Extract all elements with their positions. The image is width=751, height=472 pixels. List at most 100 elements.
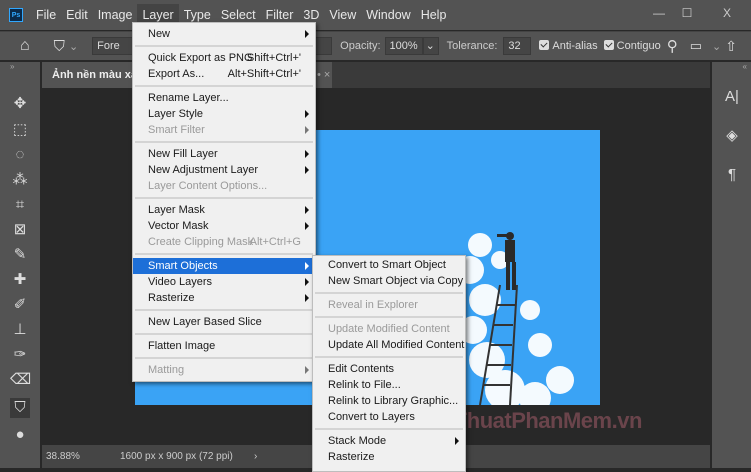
submenu-arrow-icon	[305, 294, 309, 302]
collapse-panel-icon[interactable]: «	[743, 62, 747, 71]
crop-tool-icon[interactable]: ⌗	[10, 195, 30, 215]
menu-item-reveal-in-explorer: Reveal in Explorer	[313, 297, 465, 313]
zoom-level[interactable]: 38.88%	[46, 451, 106, 462]
menu-item-label: Relink to File...	[328, 379, 401, 391]
paint-bucket-icon[interactable]: ⛉	[54, 38, 65, 55]
menu-item-label: Rename Layer...	[148, 92, 229, 104]
menu-item-vector-mask[interactable]: Vector Mask	[133, 218, 315, 234]
healing-brush-icon[interactable]: ✚	[10, 270, 30, 290]
menu-item-relink-to-file[interactable]: Relink to File...	[313, 377, 465, 393]
menu-item-new[interactable]: New	[133, 26, 315, 42]
menu-separator	[313, 289, 465, 297]
expand-panel-icon[interactable]: »	[10, 62, 14, 71]
blur-tool-icon[interactable]: ●	[10, 425, 30, 445]
menu-item-label: Edit Contents	[328, 363, 395, 375]
photoshop-logo: Ps	[9, 8, 23, 22]
menu-item-label: Create Clipping Mask	[148, 236, 254, 248]
menu-item-label: Video Layers	[148, 276, 213, 288]
brush-tool-icon[interactable]: ✐	[10, 295, 30, 315]
menu-view[interactable]: View	[324, 4, 361, 26]
menu-item-label: Matting	[148, 364, 185, 376]
document-size-info: 1600 px x 900 px (72 ppi)	[120, 451, 233, 462]
menu-separator	[133, 82, 315, 90]
menu-item-new-fill-layer[interactable]: New Fill Layer	[133, 146, 315, 162]
menu-item-label: New Adjustment Layer	[148, 164, 259, 176]
menu-item-convert-to-smart-object[interactable]: Convert to Smart Object	[313, 257, 465, 273]
workspace-dropdown-icon[interactable]: ⌄	[712, 40, 721, 53]
eyedropper-icon[interactable]: ✎	[10, 245, 30, 265]
submenu-arrow-icon	[305, 110, 309, 118]
smart-objects-submenu: Convert to Smart Object New Smart Object …	[312, 255, 466, 472]
menu-file[interactable]: File	[31, 4, 61, 26]
menu-item-layer-mask[interactable]: Layer Mask	[133, 202, 315, 218]
submenu-arrow-icon	[305, 222, 309, 230]
menu-item-smart-objects[interactable]: Smart Objects	[133, 258, 315, 274]
menu-item-update-all-modified-content[interactable]: Update All Modified Content	[313, 337, 465, 353]
submenu-arrow-icon	[305, 150, 309, 158]
close-button[interactable]: X	[716, 6, 738, 22]
menu-item-quick-export-as-png[interactable]: Quick Export as PNG Shift+Ctrl+'	[133, 50, 315, 66]
move-tool-icon[interactable]: ✥	[10, 94, 30, 114]
menu-item-layer-style[interactable]: Layer Style	[133, 106, 315, 122]
menu-item-relink-to-library-graphic[interactable]: Relink to Library Graphic...	[313, 393, 465, 409]
contiguous-checkbox[interactable]: Contiguo	[603, 40, 661, 52]
search-icon[interactable]: ⚲	[667, 37, 678, 55]
menu-item-flatten-image[interactable]: Flatten Image	[133, 338, 315, 354]
menu-window[interactable]: Window	[361, 4, 415, 26]
menu-item-create-clipping-mask: Create Clipping Mask Alt+Ctrl+G	[133, 234, 315, 250]
submenu-arrow-icon	[305, 30, 309, 38]
menu-item-label: Stack Mode	[328, 435, 387, 447]
menu-item-export-as[interactable]: Export As... Alt+Shift+Ctrl+'	[133, 66, 315, 82]
antialias-checkbox[interactable]: Anti-alias	[539, 40, 598, 52]
menu-item-label: Layer Mask	[148, 204, 205, 216]
contiguous-label: Contiguo	[616, 40, 661, 52]
menu-item-rename-layer[interactable]: Rename Layer...	[133, 90, 315, 106]
right-panel-dock: « A| ◈ ¶	[712, 62, 751, 468]
paragraph-panel-icon[interactable]: ¶	[722, 166, 742, 186]
menu-item-label: Rasterize	[148, 292, 195, 304]
menu-item-stack-mode[interactable]: Stack Mode	[313, 433, 465, 449]
menu-item-rasterize[interactable]: Rasterize	[313, 449, 465, 465]
paint-bucket-tool-icon[interactable]: ⛉	[10, 398, 30, 418]
character-panel-icon[interactable]: A|	[722, 88, 742, 108]
clone-stamp-icon[interactable]: ⊥	[10, 320, 30, 340]
menu-separator	[133, 306, 315, 314]
menu-item-layer-content-options: Layer Content Options...	[133, 178, 315, 194]
maximize-button[interactable]: ☐	[676, 6, 698, 22]
layers-panel-icon[interactable]: ◈	[722, 126, 742, 146]
menu-image[interactable]: Image	[93, 4, 138, 26]
frame-tool-icon[interactable]: ⊠	[10, 220, 30, 240]
opacity-dropdown[interactable]: ⌄	[422, 37, 439, 55]
menu-item-new-adjustment-layer[interactable]: New Adjustment Layer	[133, 162, 315, 178]
home-icon[interactable]: ⌂	[20, 37, 30, 55]
submenu-arrow-icon	[305, 278, 309, 286]
minimize-button[interactable]: —	[648, 6, 670, 22]
workspace-icon[interactable]: ▭	[690, 38, 702, 54]
menu-item-smart-filter: Smart Filter	[133, 122, 315, 138]
menu-edit[interactable]: Edit	[61, 4, 93, 26]
menu-item-new-smart-object-via-copy[interactable]: New Smart Object via Copy	[313, 273, 465, 289]
opacity-input[interactable]: 100%	[384, 37, 423, 55]
menu-help[interactable]: Help	[416, 4, 452, 26]
lasso-tool-icon[interactable]: ◌	[10, 145, 30, 165]
eraser-icon[interactable]: ⌫	[10, 370, 31, 390]
menu-item-rasterize[interactable]: Rasterize	[133, 290, 315, 306]
menu-item-edit-contents[interactable]: Edit Contents	[313, 361, 465, 377]
tools-panel: » ✥ ⬚ ◌ ⁂ ⌗ ⊠ ✎ ✚ ✐ ⊥ ✑ ⌫ ⛉ ●	[0, 62, 40, 468]
menu-item-label: New Layer Based Slice	[148, 316, 262, 328]
share-icon[interactable]: ⇧	[725, 38, 737, 55]
chevron-down-icon[interactable]: ⌄	[69, 40, 78, 53]
tolerance-input[interactable]: 32	[503, 37, 532, 55]
menu-separator	[313, 353, 465, 361]
menu-item-video-layers[interactable]: Video Layers	[133, 274, 315, 290]
close-tab-icon[interactable]: • ×	[317, 62, 330, 88]
menu-separator	[133, 250, 315, 258]
history-brush-icon[interactable]: ✑	[10, 345, 30, 365]
status-chevron-icon[interactable]: ›	[254, 451, 257, 462]
marquee-tool-icon[interactable]: ⬚	[10, 120, 30, 140]
menu-item-convert-to-layers[interactable]: Convert to Layers	[313, 409, 465, 425]
menu-item-label: Quick Export as PNG	[148, 52, 253, 64]
menu-item-new-layer-based-slice[interactable]: New Layer Based Slice	[133, 314, 315, 330]
magic-wand-icon[interactable]: ⁂	[10, 170, 30, 190]
submenu-arrow-icon	[305, 166, 309, 174]
